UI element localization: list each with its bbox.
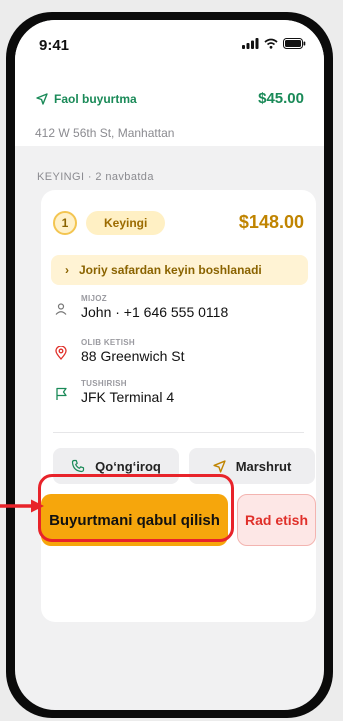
active-order-title: Faol buyurtma (54, 91, 137, 106)
highlight-box (38, 474, 234, 542)
dropoff-label: TUSHIRISH (81, 379, 127, 388)
flag-icon (56, 387, 67, 400)
queued-order-price: $148.00 (238, 212, 304, 232)
dropoff-info: TUSHIRISH JFK Terminal 4 (55, 379, 174, 406)
status-icons (242, 38, 306, 49)
active-order-header: Faol buyurtma $45.00 (36, 90, 304, 107)
wifi-icon (264, 38, 278, 49)
pointer-arrow-icon (0, 499, 44, 513)
phone-icon (72, 459, 85, 473)
customer-label: MIJOZ (81, 294, 107, 303)
phone-frame: 9:41 Faol buyurtma $45.00 412 W 56th St,… (6, 12, 333, 718)
active-order-address: 412 W 56th St, Manhattan (35, 126, 175, 140)
queued-order-card: 1 Keyingi $148.00 › Joriy safardan keyin… (41, 190, 316, 622)
battery-icon (283, 38, 306, 49)
dropoff-value: JFK Terminal 4 (81, 389, 175, 405)
notice-text: Joriy safardan keyin boshlanadi (79, 263, 262, 277)
pickup-label: OLIB KETISH (81, 338, 135, 347)
status-pill: Keyingi (86, 211, 166, 235)
customer-info: MIJOZ John · +1 646 555 0118 (55, 294, 228, 320)
chevron-right-icon: › (65, 263, 69, 277)
person-icon (55, 303, 67, 315)
notice-banner: › Joriy safardan keyin boshlanadi (51, 255, 308, 285)
queue-section-label: KEYINGI · 2 navbatda (37, 171, 154, 183)
screen: 9:41 Faol buyurtma $45.00 412 W 56th St,… (15, 20, 324, 710)
reject-button[interactable]: Rad etish (237, 494, 316, 546)
navigation-arrow-icon (213, 459, 226, 473)
pickup-info: OLIB KETISH 88 Greenwich St (55, 338, 185, 365)
route-button-label: Marshrut (235, 458, 292, 474)
status-bar: 9:41 (15, 20, 324, 68)
customer-value: John · +1 646 555 0118 (81, 304, 229, 320)
navigation-arrow-icon (36, 92, 48, 105)
call-button-label: Qo‘ng‘iroq (95, 458, 161, 474)
active-order-card[interactable]: Faol buyurtma $45.00 412 W 56th St, Manh… (15, 68, 324, 146)
status-time: 9:41 (39, 37, 70, 54)
signal-icon (242, 38, 259, 49)
active-order-price: $45.00 (258, 90, 304, 107)
queue-position-badge: 1 (53, 211, 77, 235)
divider (53, 432, 304, 433)
location-pin-icon (55, 345, 67, 360)
pickup-value: 88 Greenwich St (81, 348, 185, 364)
